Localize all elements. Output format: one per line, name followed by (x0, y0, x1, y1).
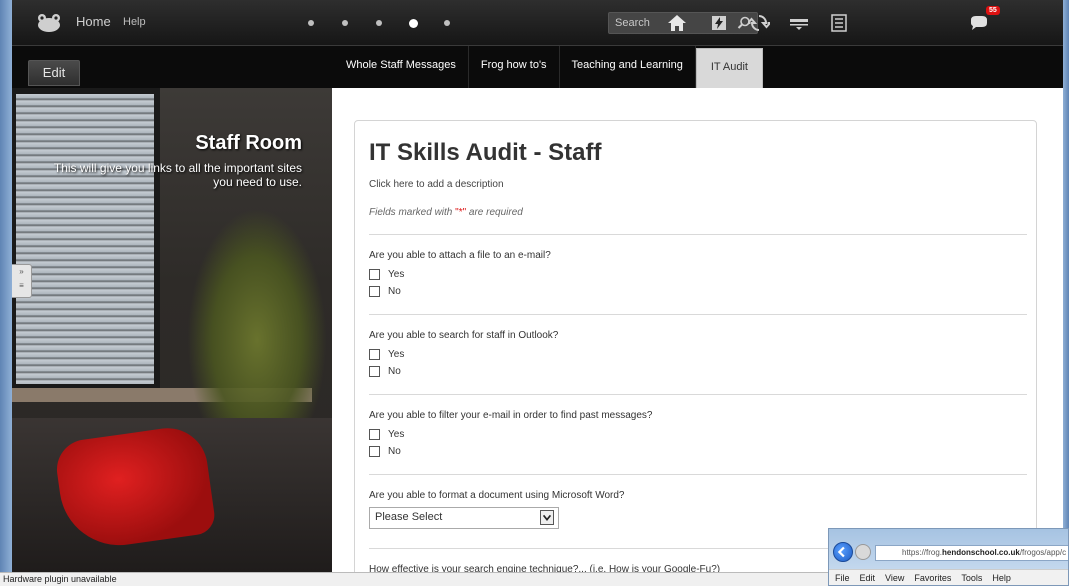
option-no[interactable]: No (369, 286, 401, 297)
top-bar: Home Help 55 (12, 0, 1063, 46)
page-dots (294, 16, 464, 30)
tab-strip: Whole Staff Messages Frog how to's Teach… (334, 46, 763, 88)
question-label: Are you able to search for staff in Outl… (369, 330, 559, 341)
chevron-down-icon[interactable] (540, 510, 554, 525)
question-label: Are you able to filter your e-mail in or… (369, 410, 653, 421)
chat-icon[interactable] (968, 12, 990, 34)
banner-plant-image (187, 208, 327, 428)
checkbox[interactable] (369, 286, 380, 297)
required-marker: "*" (455, 207, 467, 218)
select-value: Please Select (375, 511, 443, 523)
home-icon[interactable] (666, 12, 688, 34)
window-left-edge (0, 0, 12, 586)
sync-icon[interactable] (748, 12, 770, 34)
checkbox[interactable] (369, 429, 380, 440)
option-yes[interactable]: Yes (369, 349, 404, 360)
format-document-select[interactable]: Please Select (369, 507, 559, 529)
divider (369, 394, 1027, 395)
flash-icon[interactable] (708, 12, 730, 34)
option-yes[interactable]: Yes (369, 429, 404, 440)
page-dot[interactable] (294, 16, 328, 30)
nav-bar: Edit Whole Staff Messages Frog how to's … (12, 46, 1063, 88)
list-icon[interactable] (828, 12, 850, 34)
checkbox[interactable] (369, 269, 380, 280)
menu-edit[interactable]: Edit (860, 570, 876, 585)
staff-room-banner: Staff Room This will give you links to a… (12, 88, 332, 572)
browser-menu-bar: File Edit View Favorites Tools Help (829, 569, 1068, 585)
question-label: How effective is your search engine tech… (369, 564, 721, 572)
back-button[interactable] (833, 542, 853, 562)
banner-title: Staff Room (195, 132, 302, 154)
tab-teaching-and-learning[interactable]: Teaching and Learning (560, 46, 696, 88)
menu-favorites[interactable]: Favorites (914, 570, 951, 585)
keyboard-icon[interactable] (788, 12, 810, 34)
banner-window-image (12, 88, 160, 393)
option-no[interactable]: No (369, 366, 401, 377)
checkbox[interactable] (369, 366, 380, 377)
tab-whole-staff-messages[interactable]: Whole Staff Messages (334, 46, 469, 88)
checkbox[interactable] (369, 349, 380, 360)
browser-chrome-inset: https://frog.hendonschool.co.uk/frogos/a… (828, 528, 1069, 586)
question-label: Are you able to format a document using … (369, 490, 625, 501)
divider (369, 474, 1027, 475)
option-yes[interactable]: Yes (369, 269, 404, 280)
banner-description: This will give you links to all the impo… (53, 161, 302, 189)
page-dot[interactable] (328, 16, 362, 30)
forward-button[interactable] (855, 544, 871, 560)
edit-button[interactable]: Edit (28, 60, 80, 86)
side-panel-handle[interactable]: » ≡ (12, 264, 32, 298)
page-dot[interactable] (362, 16, 396, 30)
page-dot-active[interactable] (396, 16, 430, 30)
option-no[interactable]: No (369, 446, 401, 457)
back-arrow-icon (837, 546, 845, 558)
form-description[interactable]: Click here to add a description (369, 179, 504, 190)
menu-tools[interactable]: Tools (961, 570, 982, 585)
menu-file[interactable]: File (835, 570, 850, 585)
question-label: Are you able to attach a file to an e-ma… (369, 250, 551, 261)
address-bar[interactable]: https://frog.hendonschool.co.uk/frogos/a… (875, 545, 1068, 561)
required-note: Fields marked with "*" are required (369, 207, 523, 218)
divider (369, 314, 1027, 315)
main-content: IT Skills Audit - Staff Click here to ad… (332, 88, 1063, 572)
menu-view[interactable]: View (885, 570, 904, 585)
notification-badge[interactable]: 55 (986, 6, 1000, 15)
form-title: IT Skills Audit - Staff (369, 139, 602, 166)
frog-logo-icon[interactable] (36, 13, 62, 33)
page-dot[interactable] (430, 16, 464, 30)
tab-it-audit[interactable]: IT Audit (695, 48, 763, 88)
help-link[interactable]: Help (123, 16, 146, 28)
audit-form: IT Skills Audit - Staff Click here to ad… (354, 120, 1037, 572)
window-right-edge (1063, 0, 1069, 586)
menu-help[interactable]: Help (992, 570, 1011, 585)
home-link[interactable]: Home (76, 14, 111, 29)
divider (369, 234, 1027, 235)
tab-frog-how-tos[interactable]: Frog how to's (469, 46, 560, 88)
checkbox[interactable] (369, 446, 380, 457)
